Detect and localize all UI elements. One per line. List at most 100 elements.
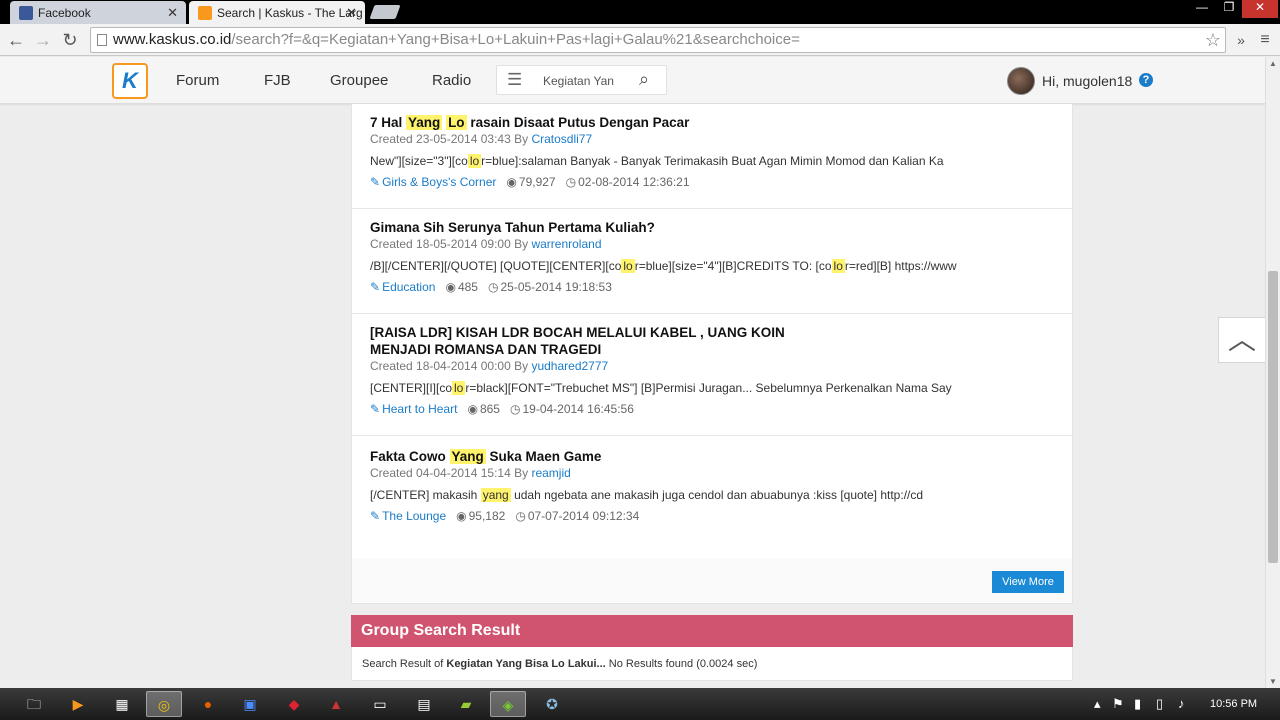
tool-icon[interactable]: ▲ [318,691,354,717]
thread-title[interactable]: [RAISA LDR] KISAH LDR BOCAH MELALUI KABE… [370,324,790,358]
nav-groupee[interactable]: Groupee [330,72,388,89]
browser-tab-strip: Facebook ✕ Search | Kaskus - The Larg ✕ … [0,0,1280,24]
battery-icon[interactable]: ▯ [1156,696,1163,712]
notepad-icon[interactable]: ▤ [406,691,442,717]
avatar[interactable] [1007,67,1035,95]
list-item: Fakta Cowo Yang Suka Maen Game Created 0… [352,436,1074,558]
nav-radio[interactable]: Radio [432,72,471,89]
list-item: 7 Hal Yang Lo rasain Disaat Putus Dengan… [352,104,1074,209]
tab-title: Search | Kaskus - The Larg [217,6,363,20]
maximize-icon[interactable]: ❐ [1216,0,1242,18]
thread-stats: ✎ Girls & Boys's Corner ◉ 79,927 ◷ 02-08-20… [370,175,690,189]
firefox-icon[interactable]: ● [190,691,226,717]
author-link[interactable]: Cratosdli77 [531,132,592,146]
taskbar: 🗀 ▶ ▦ ◎ ● ▣ ◆ ▲ ▭ ▤ ▰ ◈ ✪ ▴ ⚑ ▮ ▯ ♪ 10:5… [0,688,1280,720]
address-bar[interactable]: www.kaskus.co.id/search?f=&q=Kegiatan+Ya… [90,27,1226,53]
help-icon[interactable]: ? [1139,73,1153,87]
author-link[interactable]: warrenroland [531,237,601,251]
view-count: 485 [457,280,478,294]
settings-app-icon[interactable]: ✪ [534,691,570,717]
new-tab-button[interactable] [369,5,401,19]
page-scrollbar[interactable]: ▲ ▼ [1265,57,1280,688]
category-link[interactable]: Education [382,280,435,294]
minimize-icon[interactable]: — [1188,0,1216,18]
window-close-icon[interactable]: ✕ [1242,0,1278,18]
user-greeting[interactable]: Hi, mugolen18 [1042,73,1132,89]
thread-title[interactable]: Fakta Cowo Yang Suka Maen Game [370,448,810,465]
category-link[interactable]: Heart to Heart [382,402,457,416]
nav-fjb[interactable]: FJB [264,72,291,89]
thread-title[interactable]: 7 Hal Yang Lo rasain Disaat Putus Dengan… [370,114,810,131]
extensions-overflow-icon[interactable]: » [1230,29,1252,51]
file-explorer-icon[interactable]: 🗀 [16,691,52,717]
grid-app-icon[interactable]: ▣ [232,691,268,717]
command-prompt-icon[interactable]: ▭ [362,691,398,717]
thread-meta: Created 18-05-2014 09:00 By warrenroland [370,237,602,251]
action-center-icon[interactable]: ⚑ [1112,696,1124,712]
tray-expand-icon[interactable]: ▴ [1094,696,1101,712]
eye-icon: ◉ [467,402,478,416]
group-search-result: Search Result of Kegiatan Yang Bisa Lo L… [351,647,1073,681]
tag-icon: ✎ [370,280,381,294]
app-icon[interactable]: ▦ [104,691,140,717]
page-icon [97,34,107,46]
close-icon[interactable]: ✕ [167,5,178,21]
view-more-button[interactable]: View More [992,571,1064,593]
thread-snippet: /B][/CENTER][/QUOTE] [QUOTE][CENTER][co l… [370,259,957,273]
scrollbar-thumb[interactable] [1268,271,1278,563]
thread-stats: ✎ The Lounge ◉ 95,182 ◷ 07-07-2014 09:12:34 [370,509,639,523]
bookmark-star-icon[interactable]: ☆ [1205,28,1221,52]
clock-icon: ◷ [515,509,526,523]
chrome-taskbar-icon[interactable]: ◎ [146,691,182,717]
tag-icon: ✎ [370,402,381,416]
view-more-bar: View More [351,558,1073,604]
clock-icon: ◷ [565,175,577,189]
category-link[interactable]: Girls & Boys's Corner [382,175,496,189]
network-icon[interactable]: ▮ [1134,696,1141,712]
forward-icon[interactable]: → [32,29,54,51]
clock-icon: ◷ [509,402,521,416]
author-link[interactable]: yudhared2777 [531,359,608,373]
thread-stats: ✎ Education ◉ 485 ◷ 25-05-2014 19:18:53 [370,280,612,294]
thread-snippet: [/CENTER] makasih yang udah ngebata ane … [370,488,924,502]
last-post-time: 19-04-2014 16:45:56 [522,402,634,416]
menu-icon[interactable]: ☰ [507,70,522,90]
category-link[interactable]: The Lounge [382,509,446,523]
media-player-icon[interactable]: ▶ [60,691,96,717]
close-icon[interactable]: ✕ [346,5,357,21]
active-app-icon[interactable]: ◈ [490,691,526,717]
kaskus-logo[interactable]: K [112,63,148,99]
last-post-time: 02-08-2014 12:36:21 [578,175,690,189]
game-icon[interactable]: ◆ [276,691,312,717]
clock-icon: ◷ [487,280,499,294]
chrome-menu-icon[interactable]: ≡ [1254,29,1276,51]
thread-meta: Created 04-04-2014 15:14 By reamjid [370,466,571,480]
thread-stats: ✎ Heart to Heart ◉ 865 ◷ 19-04-2014 16:45:5… [370,402,634,416]
thread-title[interactable]: Gimana Sih Serunya Tahun Pertama Kuliah? [370,219,810,236]
search-input[interactable] [543,74,619,88]
thread-snippet: New"][size="3"][co lo r=blue]:salaman Bany… [370,154,944,168]
back-icon[interactable]: ← [5,29,27,51]
volume-icon[interactable]: ♪ [1178,696,1185,711]
tag-icon: ✎ [370,175,381,189]
eye-icon: ◉ [445,280,456,294]
last-post-time: 07-07-2014 09:12:34 [527,509,640,523]
taskbar-clock[interactable]: 10:56 PM [1210,698,1257,710]
tab-title: Facebook [38,6,91,20]
tab-kaskus-search[interactable]: Search | Kaskus - The Larg ✕ [189,1,365,24]
thread-results: 7 Hal Yang Lo rasain Disaat Putus Dengan… [351,104,1074,558]
last-post-time: 25-05-2014 19:18:53 [500,280,612,294]
folder-app-icon[interactable]: ▰ [448,691,484,717]
thread-meta: Created 23-05-2014 03:43 By Cratosdli77 [370,132,593,146]
view-count: 865 [479,402,500,416]
reload-icon[interactable]: ↻ [59,29,81,51]
scroll-up-icon[interactable]: ▲ [1269,59,1277,68]
scroll-down-icon[interactable]: ▼ [1269,677,1277,686]
tab-facebook[interactable]: Facebook ✕ [10,1,186,24]
author-link[interactable]: reamjid [531,466,570,480]
search-icon[interactable]: ⌕ [639,69,649,90]
thread-snippet: [CENTER][I][co lo r=black][FONT="Trebuchet… [370,381,952,395]
nav-forum[interactable]: Forum [176,72,219,89]
scroll-to-top-button[interactable]: ︿ [1218,317,1266,363]
search-query: Kegiatan Yang Bisa Lo Lakui... [446,658,606,670]
